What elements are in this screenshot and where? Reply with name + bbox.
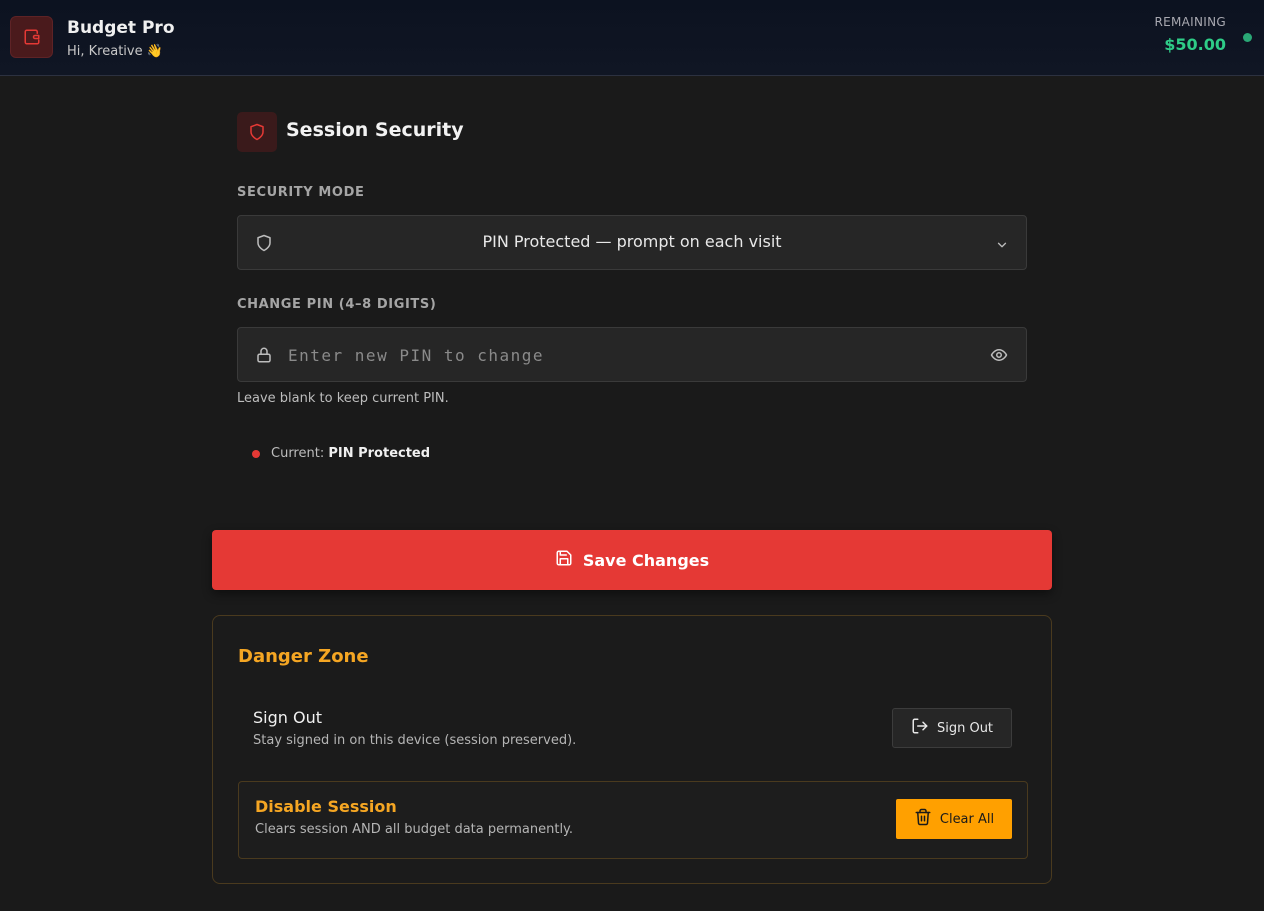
security-mode-value: PIN Protected — prompt on each visit — [482, 232, 782, 251]
current-status-dot — [252, 450, 260, 458]
current-status: Current: PIN Protected — [271, 446, 430, 461]
pin-field — [237, 327, 1027, 382]
top-bar: Budget Pro Hi, Kreative 👋 REMAINING $50.… — [0, 0, 1264, 76]
lock-icon — [255, 346, 273, 368]
sign-out-button[interactable]: Sign Out — [892, 708, 1012, 748]
pin-hint: Leave blank to keep current PIN. — [237, 391, 449, 406]
trash-icon — [914, 808, 932, 830]
clear-all-button-label: Clear All — [939, 811, 995, 827]
chevron-down-icon — [995, 237, 1009, 256]
disable-session-description: Clears session AND all budget data perma… — [255, 822, 574, 837]
section-title: Session Security — [286, 119, 464, 141]
status-indicator — [1243, 33, 1252, 42]
disable-session-title: Disable Session — [255, 797, 397, 816]
shield-icon — [237, 112, 277, 152]
user-greeting: Hi, Kreative 👋 — [67, 44, 163, 59]
save-changes-label: Save Changes — [582, 550, 710, 570]
eye-icon[interactable] — [989, 346, 1009, 368]
change-pin-label: CHANGE PIN (4–8 DIGITS) — [237, 297, 437, 312]
remaining-label: REMAINING — [1154, 15, 1226, 29]
security-mode-select[interactable]: PIN Protected — prompt on each visit — [237, 215, 1027, 270]
sign-out-title: Sign Out — [253, 708, 322, 727]
sign-out-description: Stay signed in on this device (session p… — [253, 733, 577, 748]
remaining-amount: $50.00 — [1164, 35, 1226, 54]
clear-all-button[interactable]: Clear All — [896, 799, 1012, 839]
sign-out-icon — [911, 717, 929, 739]
save-changes-button[interactable]: Save Changes — [212, 530, 1052, 590]
security-mode-label: SECURITY MODE — [237, 185, 365, 200]
app-title: Budget Pro — [67, 18, 175, 38]
sign-out-button-label: Sign Out — [936, 720, 994, 736]
danger-zone-title: Danger Zone — [238, 646, 369, 667]
current-status-prefix: Current: — [271, 446, 329, 461]
pin-input[interactable] — [288, 340, 968, 370]
danger-zone-card: Danger Zone Sign Out Stay signed in on t… — [212, 615, 1052, 884]
wallet-icon — [10, 16, 53, 58]
current-status-value: PIN Protected — [328, 446, 431, 461]
save-icon — [555, 549, 573, 571]
disable-session-card: Disable Session Clears session AND all b… — [238, 781, 1028, 859]
